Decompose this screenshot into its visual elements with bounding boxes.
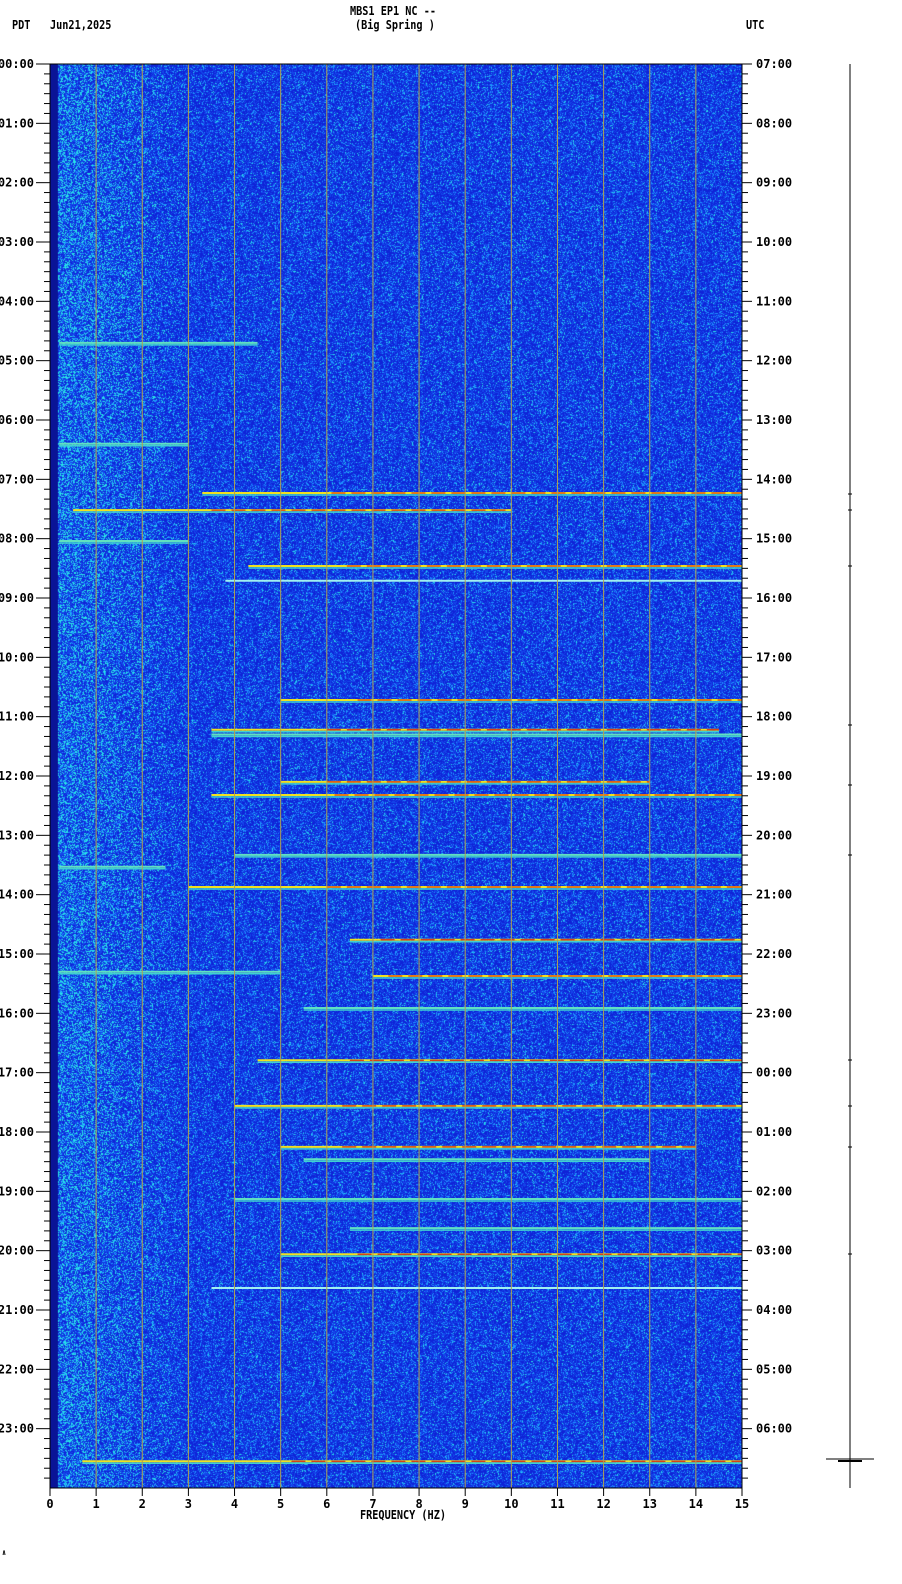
- y-right-tick-label: 18:00: [756, 710, 792, 724]
- y-right-tick-label: 22:00: [756, 947, 792, 961]
- x-tick-label: 14: [689, 1497, 703, 1511]
- y-right-tick-label: 15:00: [756, 532, 792, 546]
- y-left-tick-label: 19:00: [0, 1184, 34, 1198]
- y-right-tick-label: 08:00: [756, 116, 792, 130]
- y-left-tick-label: 17:00: [0, 1066, 34, 1080]
- y-right-tick-label: 07:00: [756, 57, 792, 71]
- x-tick-label: 15: [735, 1497, 749, 1511]
- y-left-tick-label: 02:00: [0, 176, 34, 190]
- y-right-tick-label: 12:00: [756, 354, 792, 368]
- y-right-tick-label: 16:00: [756, 591, 792, 605]
- y-right-tick-label: 01:00: [756, 1125, 792, 1139]
- y-right-tick-label: 05:00: [756, 1362, 792, 1376]
- y-right-tick-label: 00:00: [756, 1066, 792, 1080]
- x-tick-label: 11: [550, 1497, 564, 1511]
- y-left-tick-label: 11:00: [0, 710, 34, 724]
- y-left-tick-label: 12:00: [0, 769, 34, 783]
- y-right-tick-label: 17:00: [756, 650, 792, 664]
- y-right-tick-label: 03:00: [756, 1244, 792, 1258]
- x-tick-label: 13: [643, 1497, 657, 1511]
- x-tick-label: 1: [93, 1497, 100, 1511]
- y-left-tick-label: 14:00: [0, 888, 34, 902]
- y-right-tick-label: 13:00: [756, 413, 792, 427]
- y-left-tick-label: 13:00: [0, 828, 34, 842]
- y-left-tick-label: 03:00: [0, 235, 34, 249]
- spectrogram-chart: 0 1 2 3 4 5 6 7 8 9 10 11 12 13 14 1500:0001:0002:0003:…: [0, 57, 874, 1511]
- y-left-tick-label: 22:00: [0, 1362, 34, 1376]
- y-right-tick-label: 10:00: [756, 235, 792, 249]
- x-tick-label: 2: [139, 1497, 146, 1511]
- y-right-tick-label: 06:00: [756, 1422, 792, 1436]
- y-left-tick-label: 18:00: [0, 1125, 34, 1139]
- y-right-tick-label: 21:00: [756, 888, 792, 902]
- footer-mark: ∧: [2, 1548, 7, 1557]
- y-left-tick-label: 07:00: [0, 472, 34, 486]
- x-tick-label: 5: [277, 1497, 284, 1511]
- y-right-tick-label: 20:00: [756, 828, 792, 842]
- x-axis-label: FREQUENCY (HZ): [360, 1508, 446, 1522]
- y-left-tick-label: 01:00: [0, 116, 34, 130]
- y-right-tick-label: 02:00: [756, 1184, 792, 1198]
- y-right-tick-label: 04:00: [756, 1303, 792, 1317]
- y-left-tick-label: 21:00: [0, 1303, 34, 1317]
- x-tick-label: 6: [323, 1497, 330, 1511]
- y-right-tick-label: 11:00: [756, 294, 792, 308]
- y-right-tick-label: 09:00: [756, 176, 792, 190]
- y-left-tick-label: 15:00: [0, 947, 34, 961]
- y-left-tick-label: 10:00: [0, 650, 34, 664]
- y-left-tick-label: 08:00: [0, 532, 34, 546]
- x-tick-label: 0: [46, 1497, 53, 1511]
- y-left-tick-label: 04:00: [0, 294, 34, 308]
- plot-frame: [49, 63, 743, 1489]
- y-right-tick-label: 19:00: [756, 769, 792, 783]
- x-tick-label: 9: [462, 1497, 469, 1511]
- y-left-tick-label: 00:00: [0, 57, 34, 71]
- y-right-tick-label: 14:00: [756, 472, 792, 486]
- x-tick-label: 3: [185, 1497, 192, 1511]
- x-tick-label: 4: [231, 1497, 238, 1511]
- y-right-tick-label: 23:00: [756, 1006, 792, 1020]
- y-left-tick-label: 23:00: [0, 1422, 34, 1436]
- y-left-tick-label: 09:00: [0, 591, 34, 605]
- y-left-tick-label: 20:00: [0, 1244, 34, 1258]
- y-left-tick-label: 05:00: [0, 354, 34, 368]
- x-tick-label: 12: [596, 1497, 610, 1511]
- x-tick-label: 10: [504, 1497, 518, 1511]
- y-left-tick-label: 06:00: [0, 413, 34, 427]
- y-left-tick-label: 16:00: [0, 1006, 34, 1020]
